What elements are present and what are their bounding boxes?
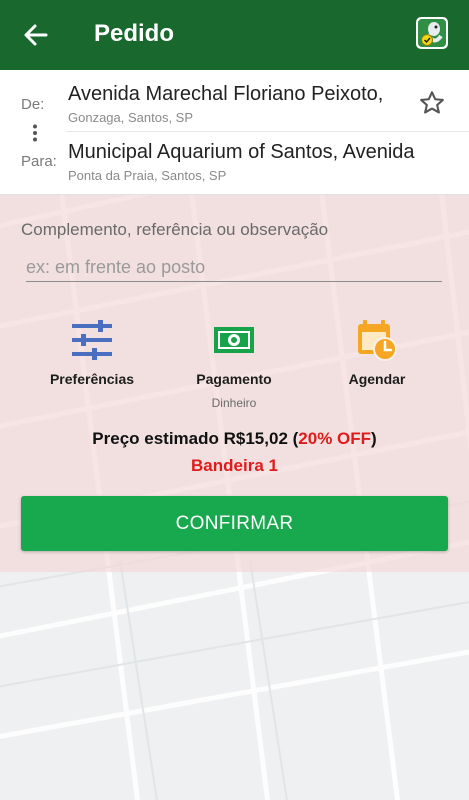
from-label: De:: [21, 96, 45, 113]
sliders-icon: [72, 320, 112, 360]
arrow-left-icon: [24, 24, 48, 46]
payment-option[interactable]: Pagamento Dinheiro: [164, 317, 304, 410]
app-logo-icon: [416, 17, 448, 49]
preferences-label: Preferências: [49, 371, 135, 387]
discount-badge: 20% OFF: [298, 429, 372, 448]
calendar-clock-icon: [358, 320, 397, 361]
to-label: Para:: [21, 153, 57, 170]
estimated-price: Preço estimado R$15,02 (20% OFF): [0, 429, 469, 449]
payment-method-value: Dinheiro: [211, 396, 257, 410]
tariff-flag: Bandeira 1: [191, 456, 278, 475]
confirm-button[interactable]: CONFIRMAR: [21, 496, 448, 551]
route-divider: [66, 131, 469, 132]
route-card: De: Avenida Marechal Floriano Peixoto, G…: [0, 70, 469, 195]
complement-input[interactable]: [26, 253, 442, 282]
order-panel: Complemento, referência ou observação Pr…: [0, 195, 469, 572]
from-subtitle: Gonzaga, Santos, SP: [68, 110, 194, 125]
back-button[interactable]: [18, 17, 54, 53]
preferences-option[interactable]: Preferências: [22, 317, 162, 387]
page-title: Pedido: [94, 20, 175, 47]
payment-label: Pagamento: [196, 371, 272, 387]
more-vertical-icon[interactable]: [32, 124, 38, 142]
app-logo: [415, 16, 449, 50]
schedule-label: Agendar: [348, 371, 406, 387]
app-bar: Pedido: [0, 0, 469, 70]
from-address[interactable]: Avenida Marechal Floriano Peixoto,: [68, 83, 413, 106]
complement-label: Complemento, referência ou observação: [21, 220, 329, 239]
price-text: Preço estimado R$15,02 (: [92, 429, 299, 448]
favorite-button[interactable]: [418, 89, 446, 117]
schedule-option[interactable]: Agendar: [307, 317, 447, 387]
to-subtitle: Ponta da Praia, Santos, SP: [68, 168, 227, 183]
to-address[interactable]: Municipal Aquarium of Santos, Avenida: [68, 141, 463, 164]
star-outline-icon: [420, 91, 444, 114]
price-suffix: ): [371, 429, 377, 448]
cash-icon: [214, 327, 254, 353]
